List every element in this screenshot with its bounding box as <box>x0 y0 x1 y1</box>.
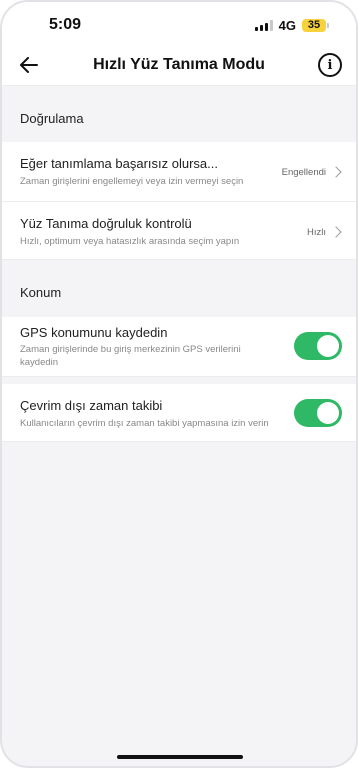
setting-row-accuracy-check[interactable]: Yüz Tanıma doğruluk kontrolü Hızlı, opti… <box>2 202 356 260</box>
battery-icon: 35 <box>302 19 329 32</box>
toggle-knob <box>317 402 339 424</box>
gps-toggle[interactable] <box>294 332 342 360</box>
status-time: 5:09 <box>49 16 82 33</box>
app-header: Hızlı Yüz Tanıma Modu i <box>2 48 356 86</box>
network-type: 4G <box>278 18 296 33</box>
setting-title: Eğer tanımlama başarısız olursa... <box>20 156 218 171</box>
setting-title: Çevrim dışı zaman takibi <box>20 398 163 413</box>
home-indicator[interactable] <box>117 755 243 759</box>
phone-screen: 5:09 4G 35 Hızlı Yüz Tanıma Modu i Doğru… <box>0 0 358 768</box>
setting-row-offline-tracking: Çevrim dışı zaman takibi Kullanıcıların … <box>2 384 356 442</box>
offline-tracking-toggle[interactable] <box>294 399 342 427</box>
setting-title: GPS konumunu kaydedin <box>20 325 168 340</box>
setting-subtitle: Zaman girişlerini engellemeyi veya izin … <box>20 176 244 187</box>
info-icon[interactable]: i <box>318 53 342 77</box>
status-bar: 5:09 4G 35 <box>2 2 356 48</box>
toggle-knob <box>317 335 339 357</box>
setting-row-gps: GPS konumunu kaydedin Zaman girişlerinde… <box>2 317 356 377</box>
setting-subtitle: Hızlı, optimum veya hatasızlık arasında … <box>20 236 240 247</box>
section-header-location: Konum <box>20 285 62 300</box>
setting-value: Hızlı <box>307 227 326 238</box>
page-title: Hızlı Yüz Tanıma Modu <box>93 56 265 73</box>
setting-subtitle: Zaman girişlerinde bu giriş merkezinin G… <box>20 344 241 368</box>
setting-row-failure-action[interactable]: Eğer tanımlama başarısız olursa... Zaman… <box>2 142 356 202</box>
chevron-right-icon <box>330 166 342 178</box>
chevron-right-icon <box>330 226 342 238</box>
signal-icon <box>254 20 273 31</box>
status-indicators: 4G 35 <box>254 18 329 33</box>
setting-value: Engellendi <box>281 167 326 178</box>
setting-title: Yüz Tanıma doğruluk kontrolü <box>20 216 192 231</box>
setting-subtitle: Kullanıcıların çevrim dışı zaman takibi … <box>20 418 269 429</box>
row-separator <box>2 377 356 384</box>
section-header-verification: Doğrulama <box>20 111 84 126</box>
